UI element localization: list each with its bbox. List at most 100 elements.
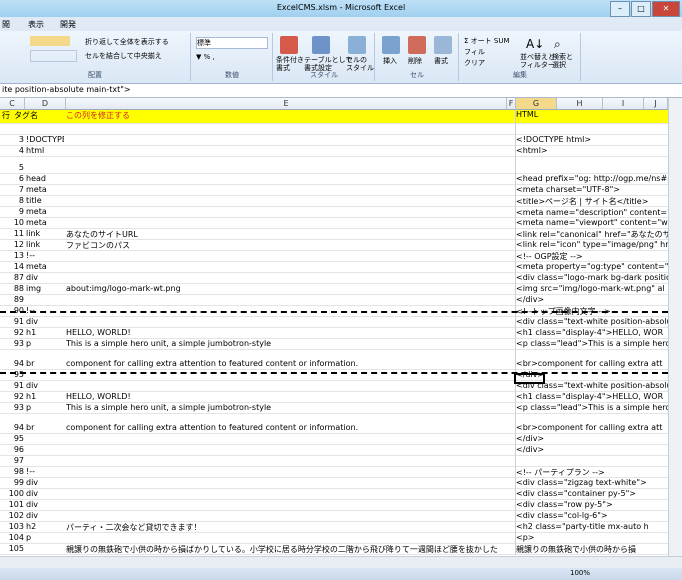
html-cell[interactable]: <meta charset="UTF-8"> [516,185,668,194]
html-cell[interactable]: <!-- OGP設定 --> [516,251,668,262]
tag-cell[interactable]: !-- [26,251,64,260]
html-cell[interactable]: <link rel="canonical" href="あなたのサ [516,229,668,240]
html-cell[interactable]: <div class="container py-5"> [516,489,668,498]
zoom-level[interactable]: 100% [570,569,590,577]
html-cell[interactable]: <link rel="icon" type="image/png" href [516,240,668,249]
tag-cell[interactable]: h1 [26,328,64,337]
col-header-g[interactable]: G [516,98,557,110]
tag-cell[interactable]: div [26,511,64,520]
header-e[interactable]: この列を修正する [66,110,506,121]
clear-button[interactable]: クリア [464,58,485,68]
col-header-j[interactable]: J [644,98,668,110]
percent-buttons[interactable]: ▼ % , [196,53,215,61]
format-button[interactable]: 書式 [434,56,448,66]
close-button[interactable]: ✕ [652,1,680,17]
html-cell[interactable]: <!DOCTYPE html> [516,135,668,144]
content-cell[interactable]: about:img/logo-mark-wt.png [66,284,506,293]
html-cell[interactable]: <h1 class="display-4">HELLO, WOR [516,392,668,401]
html-cell[interactable]: <meta property="og:type" content="we [516,262,668,271]
vertical-scrollbar[interactable] [668,98,682,560]
fill-button[interactable]: フィル [464,47,485,57]
tab-review[interactable]: 閲 [2,19,10,30]
tag-cell[interactable]: !DOCTYPE [26,135,64,144]
wrap-text-button[interactable]: 折り返して全体を表示する [85,37,169,47]
tag-cell[interactable]: div [26,273,64,282]
tag-cell[interactable]: h1 [26,392,64,401]
formula-bar[interactable]: ite position-absolute main-txt"> [0,84,682,98]
html-cell[interactable]: <div class="zigzag text-white"> [516,478,668,487]
html-cell[interactable]: <title>ページ名 | サイト名</title> [516,196,668,207]
tag-cell[interactable]: br [26,423,64,432]
html-cell[interactable]: <div class="text-white position-absolu [516,317,668,326]
tag-cell[interactable]: !-- [26,467,64,476]
tag-cell[interactable]: head [26,174,64,183]
html-cell[interactable]: <head prefix="og: http://ogp.me/ns# fb [516,174,668,183]
html-cell[interactable]: <p class="lead">This is a simple hero [516,339,668,348]
tag-cell[interactable]: html [26,146,64,155]
sort-filter-button[interactable]: 並べ替えと フィルター [520,53,555,69]
col-header-c[interactable]: C [0,98,25,110]
html-cell[interactable]: </div> [516,295,668,304]
html-cell[interactable]: <meta name="description" content="サ [516,207,668,218]
insert-button[interactable]: 挿入 [383,56,397,66]
tag-cell[interactable]: div [26,489,64,498]
html-cell[interactable]: <!-- パーティプラン --> [516,467,668,478]
content-cell[interactable]: パーティ・二次会など貸切できます！ [66,522,506,533]
col-header-d[interactable]: D [25,98,66,110]
content-cell[interactable]: HELLO, WORLD! [66,328,506,337]
html-cell[interactable]: <div class="col-lg-6"> [516,511,668,520]
html-cell[interactable]: <html> [516,146,668,155]
tag-cell[interactable]: meta [26,185,64,194]
maximize-button[interactable]: □ [631,1,651,17]
tag-cell[interactable]: p [26,533,64,542]
spreadsheet-grid[interactable]: 行 タグ名 この列を修正する HTML 3 !DOCTYPE <!DOCTYPE h… [0,110,668,555]
html-cell[interactable]: <div class="row py-5"> [516,500,668,509]
content-cell[interactable]: 親譲りの無鉄砲で小供の時から損ばかりしている。小学校に居る時分学校の二階から飛び… [66,544,506,555]
content-cell[interactable]: ファビコンのパス [66,240,506,251]
content-cell[interactable]: component for calling extra attention to… [66,423,506,432]
content-cell[interactable]: HELLO, WORLD! [66,392,506,401]
tag-cell[interactable]: div [26,500,64,509]
tag-cell[interactable]: meta [26,262,64,271]
html-cell[interactable]: <p class="lead">This is a simple hero [516,403,668,412]
autosum-button[interactable]: Σ オート SUM [464,36,509,46]
tag-cell[interactable]: link [26,240,64,249]
html-cell[interactable]: <br>component for calling extra att [516,423,668,432]
html-cell[interactable]: <meta name="viewport" content="width [516,218,668,227]
html-cell[interactable]: <p> [516,533,668,542]
content-cell[interactable]: This is a simple hero unit, a simple jum… [66,403,506,412]
content-cell[interactable]: あなたのサイトURL [66,229,506,240]
html-cell[interactable]: <h1 class="display-4">HELLO, WOR [516,328,668,337]
content-cell[interactable]: component for calling extra attention to… [66,359,506,368]
col-header-e[interactable]: E [66,98,507,110]
number-format-select[interactable]: 標準 [196,37,268,49]
content-cell[interactable]: This is a simple hero unit, a simple jum… [66,339,506,348]
tag-cell[interactable]: p [26,339,64,348]
tag-cell[interactable]: meta [26,218,64,227]
merge-center-button[interactable]: セルを結合して中央揃え [85,51,162,61]
header-d[interactable]: タグ名 [14,110,52,121]
tab-developer[interactable]: 開発 [60,19,76,30]
tag-cell[interactable]: div [26,381,64,390]
tab-view[interactable]: 表示 [28,19,44,30]
active-cell[interactable] [514,373,545,384]
tag-cell[interactable]: meta [26,207,64,216]
html-cell[interactable]: </div> [516,445,668,454]
tag-cell[interactable]: link [26,229,64,238]
tag-cell[interactable]: br [26,359,64,368]
html-cell[interactable]: <div class="logo-mark bg-dark position [516,273,668,282]
delete-button[interactable]: 削除 [408,56,422,66]
tag-cell[interactable]: img [26,284,64,293]
col-header-f[interactable]: F [507,98,516,110]
html-cell[interactable]: <br>component for calling extra att [516,359,668,368]
tag-cell[interactable]: h2 [26,522,64,531]
tag-cell[interactable]: p [26,403,64,412]
col-header-h[interactable]: H [557,98,603,110]
html-cell[interactable]: 親譲りの無鉄砲で小供の時から損 [516,544,668,555]
col-header-i[interactable]: I [603,98,644,110]
find-select-button[interactable]: 検索と 選択 [552,53,573,69]
tag-cell[interactable]: title [26,196,64,205]
minimize-button[interactable]: – [610,1,630,17]
indent-buttons[interactable] [30,50,77,62]
html-cell[interactable]: <h2 class="party-title mx-auto h [516,522,668,531]
